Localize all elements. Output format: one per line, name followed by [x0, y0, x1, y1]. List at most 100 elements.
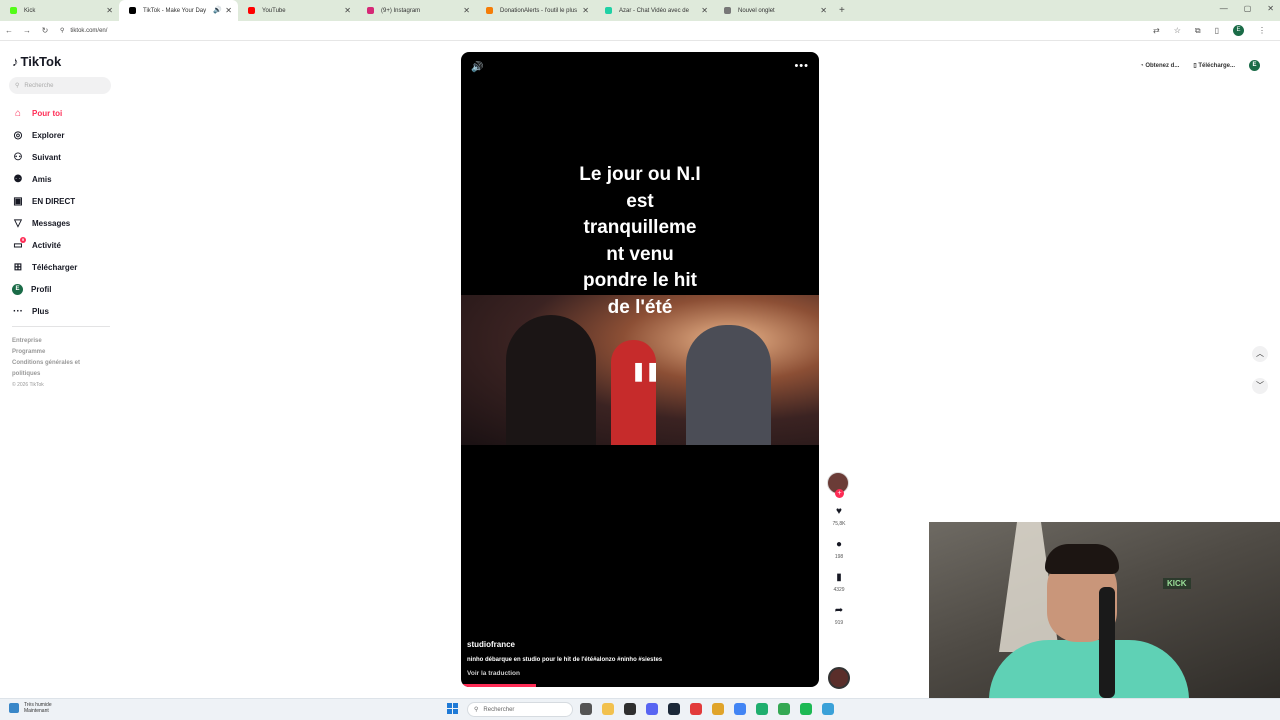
creator-avatar[interactable]: + — [827, 472, 849, 498]
bookmark-star-icon[interactable]: ☆ — [1174, 26, 1181, 35]
close-tab-icon[interactable]: ✕ — [344, 6, 351, 15]
address-bar-actions: ⇄ ☆ ⧉ ▯ E ⋮ — [1153, 25, 1266, 36]
taskbar-search-placeholder: Rechercher — [483, 706, 515, 713]
url-field[interactable]: ⚲ tiktok.com/en/ — [60, 27, 107, 35]
task-view-icon[interactable] — [580, 703, 592, 715]
chevron-down-icon[interactable]: ﹀ — [1252, 378, 1268, 394]
obs-icon[interactable] — [690, 703, 702, 715]
more-options-icon[interactable]: ••• — [794, 60, 809, 72]
download-app-button[interactable]: ▯ Télécharge... — [1193, 62, 1235, 69]
forward-icon[interactable]: → — [18, 26, 36, 35]
close-tab-icon[interactable]: ✕ — [701, 6, 708, 15]
chrome-favicon-icon — [724, 7, 731, 14]
video-author[interactable]: studiofrance — [467, 640, 515, 649]
weather-icon — [9, 703, 19, 713]
tiktok-logo[interactable]: ♪ TikTok — [12, 54, 61, 69]
browser-tab-active[interactable]: TikTok - Make Your Day 🔊 ✕ — [119, 0, 238, 21]
translate-icon[interactable]: ⇄ — [1153, 26, 1160, 35]
browser-profile-avatar[interactable]: E — [1233, 25, 1244, 36]
sidebar-item-explorer[interactable]: ◎ Explorer — [12, 124, 112, 146]
user-avatar[interactable]: E — [1249, 60, 1260, 71]
send-icon: ▽ — [14, 217, 22, 229]
person-figure — [686, 325, 771, 445]
sidebar-menu: ⌂ Pour toi ◎ Explorer ⚇ Suivant ⚉ Amis ▣… — [12, 102, 112, 322]
music-disc-icon[interactable] — [828, 667, 850, 689]
sidebar-item-plus[interactable]: ··· Plus — [12, 300, 112, 322]
search-icon: ⚲ — [474, 707, 479, 713]
volume-icon[interactable]: 🔊 — [471, 62, 483, 73]
weather-widget[interactable]: Très humide Maintenant — [9, 702, 52, 714]
like-button[interactable]: ♥ 75,8K — [827, 506, 851, 527]
browser-tab[interactable]: DonationAlerts - l'outil le plus ✕ — [476, 0, 595, 21]
close-tab-icon[interactable]: ✕ — [225, 6, 232, 15]
top-right-actions: ◔ Obtenez d... ▯ Télécharge... E — [1140, 60, 1260, 71]
browser-tab[interactable]: (9+) Instagram ✕ — [357, 0, 476, 21]
extensions-icon[interactable]: ⧉ — [1195, 26, 1201, 36]
windows-start-icon[interactable] — [447, 703, 458, 714]
app-icon[interactable] — [624, 703, 636, 715]
close-tab-icon[interactable]: ✕ — [582, 6, 589, 15]
sidebar-item-telecharger[interactable]: ⊞ Télécharger — [12, 256, 112, 278]
sidebar-item-live[interactable]: ▣ EN DIRECT — [12, 190, 112, 212]
friends-icon: ⚉ — [13, 173, 23, 185]
close-tab-icon[interactable]: ✕ — [820, 6, 827, 15]
kick-sign: KICK — [1163, 578, 1191, 589]
site-info-icon[interactable]: ⚲ — [60, 27, 64, 34]
spotify-icon[interactable] — [800, 703, 812, 715]
video-player[interactable]: 🔊 ••• Le jour ou N.I est tranquilleme nt… — [461, 52, 819, 687]
app-icon[interactable] — [756, 703, 768, 715]
window-controls: — ▢ ✕ — [1220, 4, 1274, 13]
file-explorer-icon[interactable] — [602, 703, 614, 715]
pause-icon[interactable]: ❚❚ — [631, 361, 660, 382]
sidebar-item-activite[interactable]: ▭ 9 Activité — [12, 234, 112, 256]
sidebar-panel-icon[interactable]: ▯ — [1215, 26, 1219, 35]
taskbar-search-input[interactable]: ⚲ Rechercher — [467, 702, 573, 717]
back-icon[interactable]: ← — [0, 26, 18, 35]
browser-tab[interactable]: Azar - Chat Vidéo avec de ✕ — [595, 0, 714, 21]
sidebar-item-label: Télécharger — [32, 262, 78, 272]
video-description: ninho débarque en studio pour le hit de … — [467, 657, 663, 663]
discord-icon[interactable] — [646, 703, 658, 715]
save-button[interactable]: ▮ 4329 — [827, 572, 851, 593]
caption-line: pondre le hit — [583, 270, 697, 291]
search-input[interactable]: ⚲ Recherche — [9, 77, 111, 94]
share-button[interactable]: ➦ 919 — [827, 605, 851, 626]
new-tab-icon[interactable]: + — [839, 5, 845, 16]
translate-link[interactable]: Voir la traduction — [467, 670, 520, 677]
get-app-button[interactable]: ◔ Obtenez d... — [1140, 63, 1179, 69]
browser-tab[interactable]: Kick ✕ — [0, 0, 119, 21]
minimize-icon[interactable]: — — [1220, 4, 1228, 13]
app-icon[interactable] — [712, 703, 724, 715]
speaker-icon[interactable]: 🔊 — [213, 6, 222, 14]
browser-tab[interactable]: Nouvel onglet ✕ — [714, 0, 833, 21]
browser-tab[interactable]: YouTube ✕ — [238, 0, 357, 21]
sidebar-item-label: Explorer — [32, 130, 65, 140]
live-icon: ▣ — [13, 195, 23, 207]
follow-plus-icon[interactable]: + — [835, 489, 844, 498]
sidebar-item-suivant[interactable]: ⚇ Suivant — [12, 146, 112, 168]
close-tab-icon[interactable]: ✕ — [106, 6, 113, 15]
browser-menu-icon[interactable]: ⋮ — [1258, 26, 1266, 35]
sidebar-item-messages[interactable]: ▽ Messages — [12, 212, 112, 234]
sidebar-footer: Entreprise Programme Conditions générale… — [12, 336, 108, 391]
footer-link-entreprise[interactable]: Entreprise — [12, 336, 108, 347]
steam-icon[interactable] — [668, 703, 680, 715]
app-icon[interactable] — [822, 703, 834, 715]
chrome-icon[interactable] — [778, 703, 790, 715]
close-tab-icon[interactable]: ✕ — [463, 6, 470, 15]
footer-link-conditions[interactable]: Conditions générales et politiques — [12, 358, 108, 380]
close-window-icon[interactable]: ✕ — [1267, 4, 1274, 13]
sidebar-item-amis[interactable]: ⚉ Amis — [12, 168, 112, 190]
footer-link-programme[interactable]: Programme — [12, 347, 108, 358]
sidebar-divider — [12, 326, 110, 327]
chevron-up-icon[interactable]: ︿ — [1252, 346, 1268, 362]
logo-text: TikTok — [20, 54, 62, 69]
chrome-icon[interactable] — [734, 703, 746, 715]
maximize-icon[interactable]: ▢ — [1244, 4, 1252, 13]
sidebar-item-profil[interactable]: E Profil — [12, 278, 112, 300]
tab-title: (9+) Instagram — [381, 7, 421, 14]
sidebar-item-pour-toi[interactable]: ⌂ Pour toi — [12, 102, 112, 124]
reload-icon[interactable]: ↻ — [36, 26, 54, 35]
comment-button[interactable]: ● 198 — [827, 539, 851, 560]
video-progress-bar[interactable] — [461, 684, 537, 687]
